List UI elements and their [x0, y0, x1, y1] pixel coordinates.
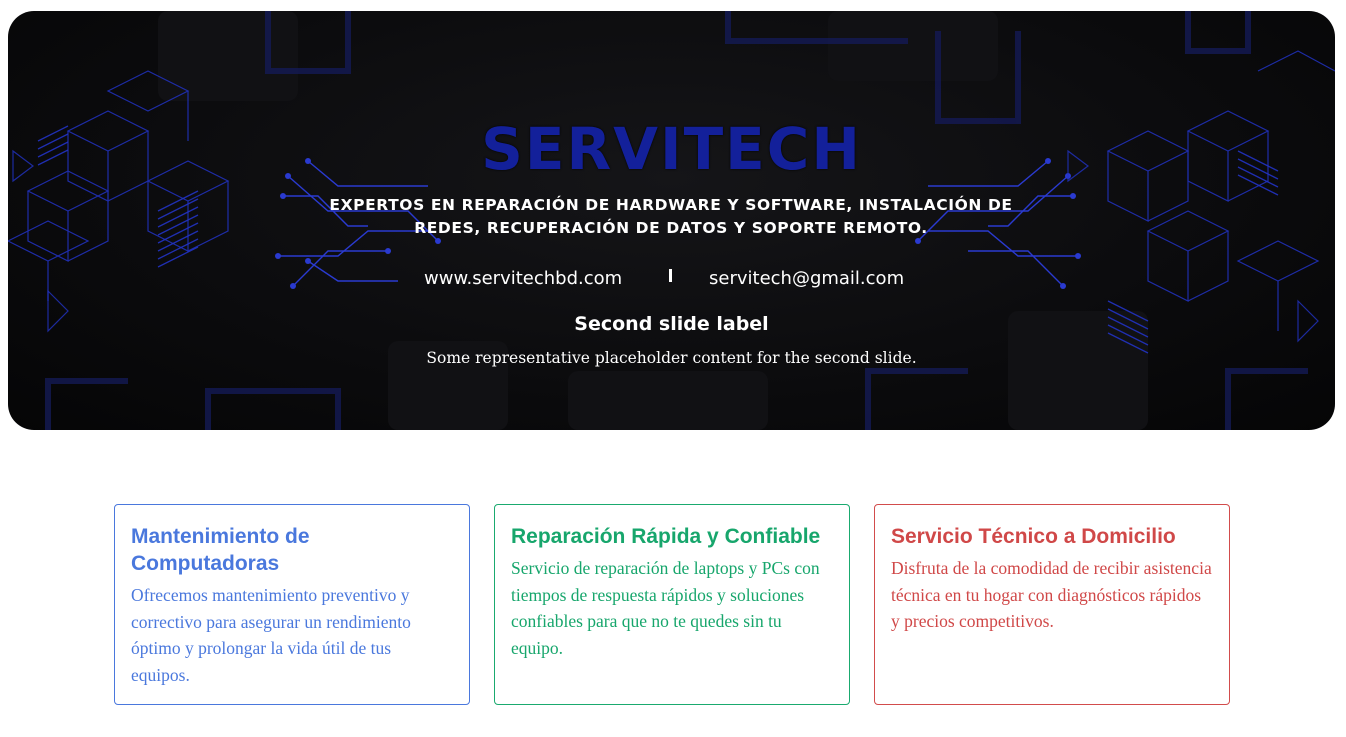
- website-link[interactable]: www.servitechbd.com: [424, 268, 622, 289]
- service-card-text: Ofrecemos mantenimiento preventivo y cor…: [131, 585, 411, 685]
- brand-title: SERVITECH: [481, 115, 862, 183]
- service-card-title: Servicio Técnico a Domicilio: [891, 525, 1176, 548]
- service-card-text: Disfruta de la comodidad de recibir asis…: [891, 558, 1212, 631]
- hero-carousel-slide: SERVITECH EXPERTOS EN REPARACIÓN DE HARD…: [8, 11, 1335, 430]
- service-card-repair: Reparación Rápida y Confiable Servicio d…: [494, 504, 850, 705]
- service-card-text: Servicio de reparación de laptops y PCs …: [511, 558, 820, 658]
- email-link[interactable]: servitech@gmail.com: [709, 268, 904, 289]
- slide-caption-title: Second slide label: [574, 313, 769, 335]
- service-card-maintenance: Mantenimiento de Computadoras Ofrecemos …: [114, 504, 470, 705]
- slide-caption-text: Some representative placeholder content …: [426, 349, 917, 367]
- service-card-home-service: Servicio Técnico a Domicilio Disfruta de…: [874, 504, 1230, 705]
- contact-divider: [669, 269, 672, 282]
- service-card-title: Mantenimiento de Computadoras: [131, 525, 310, 575]
- hero-tagline: EXPERTOS EN REPARACIÓN DE HARDWARE Y SOF…: [329, 196, 1013, 237]
- service-card-title: Reparación Rápida y Confiable: [511, 525, 821, 548]
